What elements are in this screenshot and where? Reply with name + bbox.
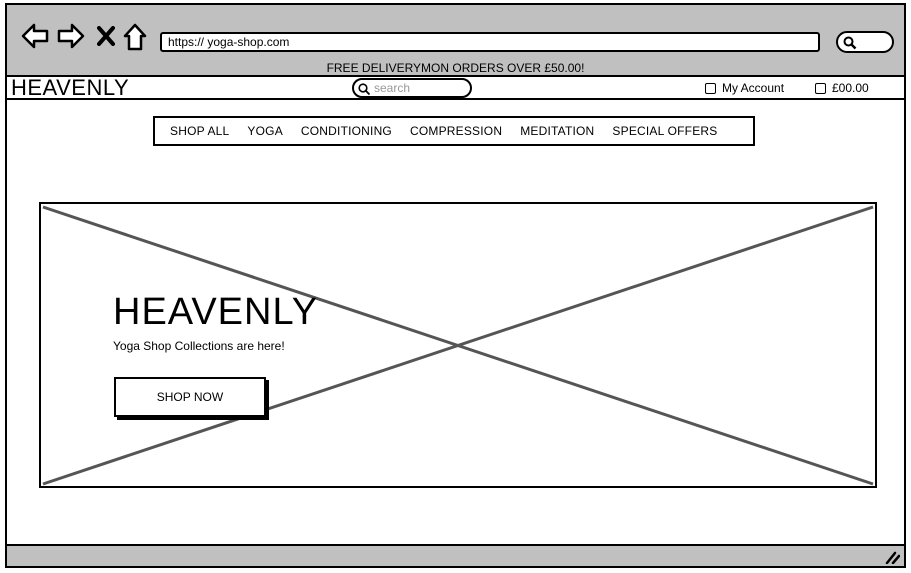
browser-window: https:// yoga-shop.com FREE DELIVERYMON … — [5, 3, 906, 568]
cart-link[interactable]: £00.00 — [815, 81, 869, 95]
address-bar[interactable]: https:// yoga-shop.com — [160, 32, 820, 52]
site-logo[interactable]: HEAVENLY — [11, 76, 129, 100]
cart-total: £00.00 — [832, 81, 869, 95]
site-header: HEAVENLY search My Account £00.00 — [5, 75, 906, 100]
hero-banner: HEAVENLY Yoga Shop Collections are here!… — [39, 202, 877, 488]
search-placeholder: search — [374, 81, 411, 95]
home-icon[interactable] — [123, 23, 147, 51]
promo-banner: FREE DELIVERYMON ORDERS OVER £50.00! — [7, 61, 904, 75]
nav-shop-all[interactable]: SHOP ALL — [170, 124, 229, 138]
my-account-label: My Account — [722, 81, 785, 95]
search-icon — [358, 83, 371, 96]
nav-special-offers[interactable]: SPECIAL OFFERS — [612, 124, 717, 138]
nav-conditioning[interactable]: CONDITIONING — [301, 124, 392, 138]
hero-subtitle: Yoga Shop Collections are here! — [113, 339, 285, 353]
nav-meditation[interactable]: MEDITATION — [520, 124, 594, 138]
browser-search-button[interactable] — [836, 31, 894, 53]
shop-now-button[interactable]: SHOP NOW — [114, 377, 266, 417]
close-icon[interactable] — [97, 26, 115, 46]
checkbox-icon — [815, 83, 826, 94]
browser-toolbar: https:// yoga-shop.com — [7, 5, 904, 61]
hero-title: HEAVENLY — [113, 291, 319, 333]
my-account-link[interactable]: My Account — [705, 81, 784, 95]
nav-compression[interactable]: COMPRESSION — [410, 124, 502, 138]
browser-status-bar — [7, 544, 904, 566]
site-search-input[interactable]: search — [352, 78, 472, 98]
resize-grip-icon[interactable] — [884, 550, 900, 564]
back-arrow-icon[interactable] — [21, 23, 49, 49]
nav-yoga[interactable]: YOGA — [247, 124, 282, 138]
main-navigation: SHOP ALL YOGA CONDITIONING COMPRESSION M… — [153, 116, 755, 146]
search-icon — [843, 36, 857, 50]
checkbox-icon — [705, 83, 716, 94]
forward-arrow-icon[interactable] — [57, 23, 85, 49]
